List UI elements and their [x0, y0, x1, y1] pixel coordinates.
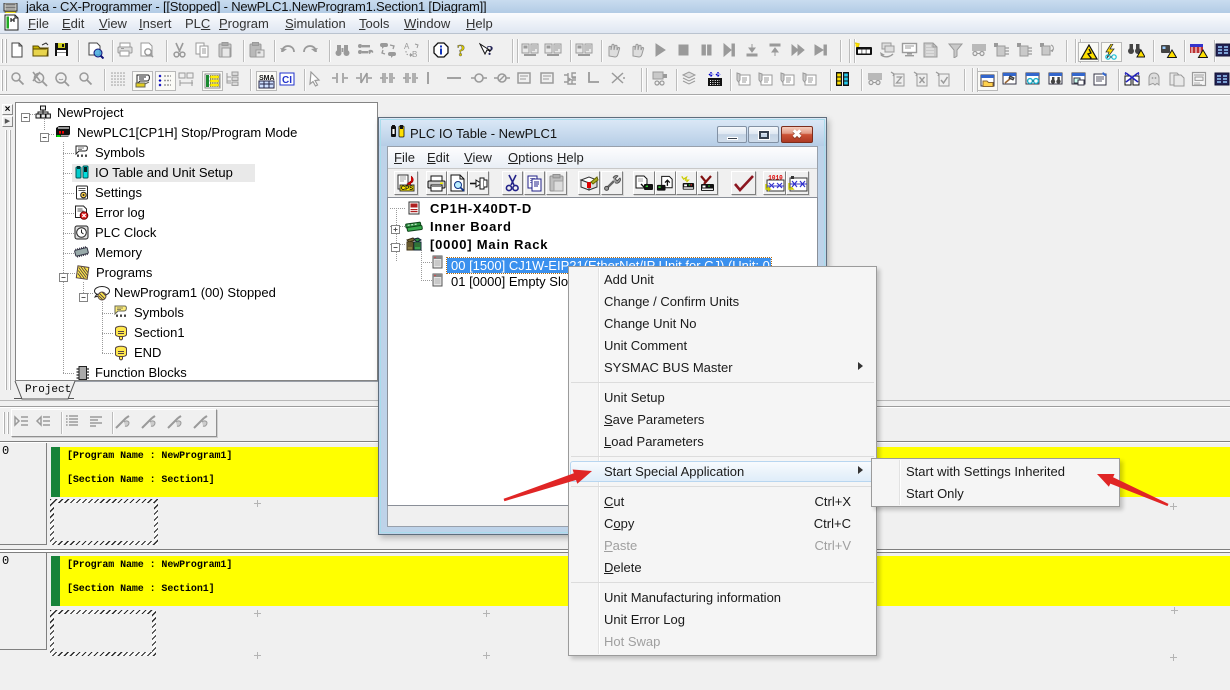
svg-text:?: ? [457, 42, 466, 58]
svg-text:B: B [412, 50, 417, 58]
svg-text:CI: CI [282, 75, 292, 86]
svg-text:CPS: CPS [401, 186, 413, 192]
svg-text:1010: 1010 [768, 175, 783, 182]
svg-text:A: A [404, 42, 410, 51]
